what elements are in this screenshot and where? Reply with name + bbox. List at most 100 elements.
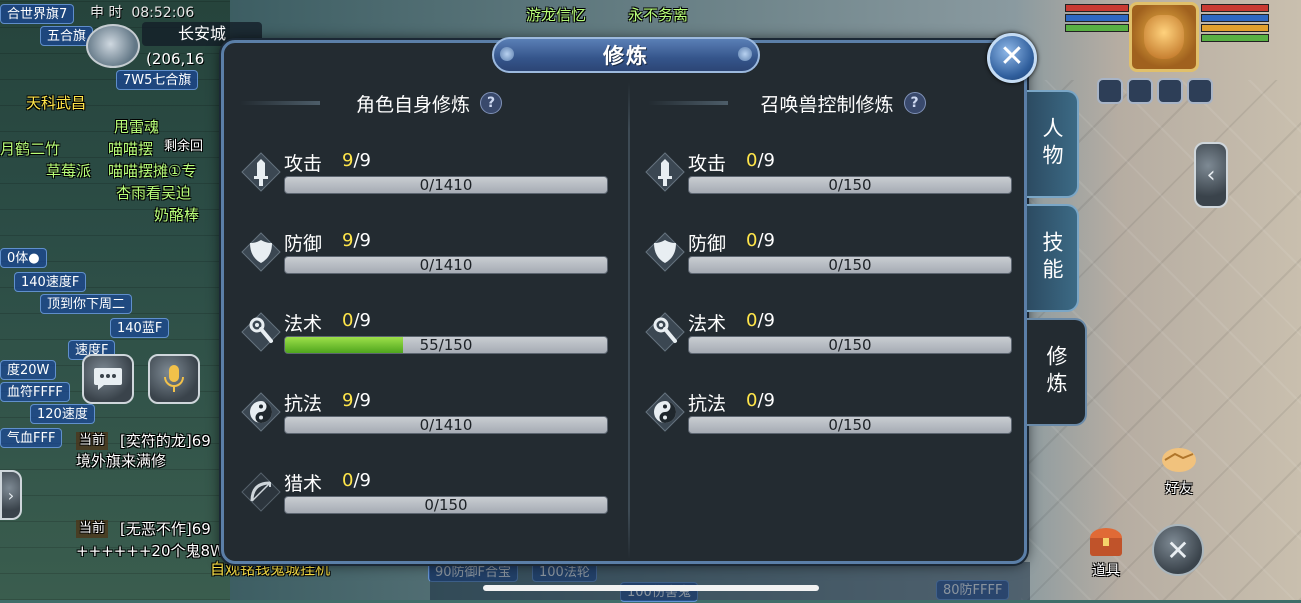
treasure-chest-icon [1090, 528, 1122, 556]
cultivation-name: 抗法 [284, 393, 323, 415]
tab-character[interactable]: 人物 [1027, 90, 1079, 198]
chat-button[interactable] [82, 354, 134, 404]
magic-staff-icon [644, 311, 686, 353]
cultivation-level: 0/9 [746, 230, 775, 251]
chat-tag: 140蓝F [110, 318, 170, 338]
chat-message: [无恶不作]69 [120, 520, 211, 538]
progress-bar: 55/150 [284, 336, 608, 354]
npc-name: 游龙信忆 [526, 6, 587, 24]
header-ornament [240, 101, 320, 105]
npc-name: 永不务离 [628, 6, 689, 24]
help-icon[interactable]: ? [480, 92, 502, 114]
chat-tag: 顶到你下周二 [40, 294, 133, 314]
chat-tag: 120速度 [30, 404, 95, 424]
npc-name: 喵喵摆 [108, 140, 154, 158]
cultivation-row[interactable]: 抗法 9/9 0/1410 [240, 385, 608, 445]
npc-name: 剩余回 [164, 139, 204, 154]
level-current: 0 [746, 150, 758, 171]
items-label: 道具 [1092, 563, 1120, 579]
time-of-day: 申 时 08:52:06 [90, 5, 195, 21]
yin-yang-icon [644, 391, 686, 433]
home-indicator[interactable] [483, 585, 819, 591]
chat-message: 境外旗来满修 [76, 452, 167, 470]
chat-tag: 度20W [0, 360, 57, 380]
cultivation-name: 法术 [284, 313, 323, 335]
buff-globe-icon[interactable] [1187, 78, 1213, 104]
cultivation-row[interactable]: 猎术 0/9 0/150 [240, 465, 608, 525]
progress-text: 0/150 [828, 336, 872, 354]
cultivation-row[interactable]: 抗法 0/9 0/150 [644, 385, 1012, 445]
progress-text: 55/150 [419, 336, 473, 354]
progress-text: 0/1410 [419, 256, 473, 274]
friends-label: 好友 [1165, 481, 1193, 497]
chat-message: ++++++20个鬼8W字 [76, 542, 240, 560]
progress-text: 0/150 [828, 176, 872, 194]
lion-face-icon [1144, 15, 1184, 59]
buff-flame-icon[interactable] [1157, 78, 1183, 104]
cultivation-row[interactable]: 法术 0/9 0/150 [644, 305, 1012, 365]
npc-name: 杏雨看吴迫 [116, 184, 192, 202]
level-current: 0 [746, 230, 758, 251]
level-current: 0 [342, 470, 354, 491]
progress-bar: 0/150 [688, 336, 1012, 354]
column-divider [628, 83, 630, 559]
cultivation-row[interactable]: 法术 0/9 55/150 [240, 305, 608, 365]
expand-left-button[interactable]: › [0, 470, 22, 520]
npc-name: 草莓派 [46, 162, 92, 180]
cultivation-row[interactable]: 防御 9/9 0/1410 [240, 225, 608, 285]
close-button[interactable]: ✕ [987, 33, 1037, 83]
chat-tag: 7W5七合旗 [116, 70, 199, 90]
cultivation-level: 0/9 [746, 150, 775, 171]
close-icon: ✕ [999, 39, 1025, 74]
level-current: 9 [342, 230, 354, 251]
cultivation-level: 9/9 [342, 230, 371, 251]
progress-bar: 0/150 [688, 416, 1012, 434]
chat-tag: 血符FFFF [0, 382, 70, 402]
level-max: /9 [353, 150, 371, 171]
buff-heart-icon[interactable] [1097, 78, 1123, 104]
player-hp-bar [1201, 4, 1269, 12]
chat-tag: 气血FFF [0, 428, 63, 448]
tab-label: 技能 [1040, 231, 1064, 285]
tab-skills[interactable]: 技能 [1027, 204, 1079, 312]
buff-orb-icon[interactable] [1127, 78, 1153, 104]
items-button[interactable]: 道具 [1082, 524, 1130, 580]
cultivation-level: 0/9 [746, 310, 775, 331]
shield-icon [240, 231, 282, 273]
cultivation-name: 法术 [688, 313, 727, 335]
progress-text: 0/150 [424, 496, 468, 514]
minimap-compass[interactable] [86, 24, 140, 68]
cultivation-row[interactable]: 攻击 9/9 0/1410 [240, 145, 608, 205]
collapse-right-button[interactable]: ‹ [1194, 142, 1228, 208]
npc-name: 喵喵摆摊①专 [108, 162, 197, 180]
progress-bar: 0/150 [284, 496, 608, 514]
progress-text: 0/1410 [419, 176, 473, 194]
coordinates: (206,16 [146, 50, 205, 68]
voice-button[interactable] [148, 354, 200, 404]
dialog-title: 修炼 [603, 44, 649, 68]
level-current: 0 [746, 390, 758, 411]
chat-tag: 140速度F [14, 272, 87, 292]
microphone-icon [164, 365, 184, 392]
yin-yang-icon [240, 391, 282, 433]
friends-button[interactable]: 好友 [1152, 444, 1206, 500]
help-icon[interactable]: ? [903, 92, 926, 114]
progress-bar: 0/1410 [284, 176, 608, 194]
chat-message: [奕符的龙]69 [120, 432, 211, 450]
tab-cultivation[interactable]: 修炼 [1027, 318, 1087, 426]
player-avatar[interactable] [1129, 2, 1199, 72]
progress-bar: 0/1410 [284, 256, 608, 274]
chevron-right-icon: › [7, 485, 15, 505]
cultivation-name: 防御 [688, 233, 727, 255]
npc-name: 甩雷魂 [114, 118, 160, 136]
progress-text: 0/150 [828, 416, 872, 434]
cultivation-name: 猎术 [284, 473, 323, 495]
pet-exp-bar [1065, 24, 1129, 32]
section-title: 角色自身修炼 [355, 93, 470, 116]
cultivation-level: 9/9 [342, 150, 371, 171]
level-max: /9 [353, 390, 371, 411]
hide-ui-button[interactable]: ✕ [1152, 524, 1204, 576]
player-exp-bar [1201, 34, 1269, 42]
cultivation-row[interactable]: 攻击 0/9 0/150 [644, 145, 1012, 205]
cultivation-row[interactable]: 防御 0/9 0/150 [644, 225, 1012, 285]
